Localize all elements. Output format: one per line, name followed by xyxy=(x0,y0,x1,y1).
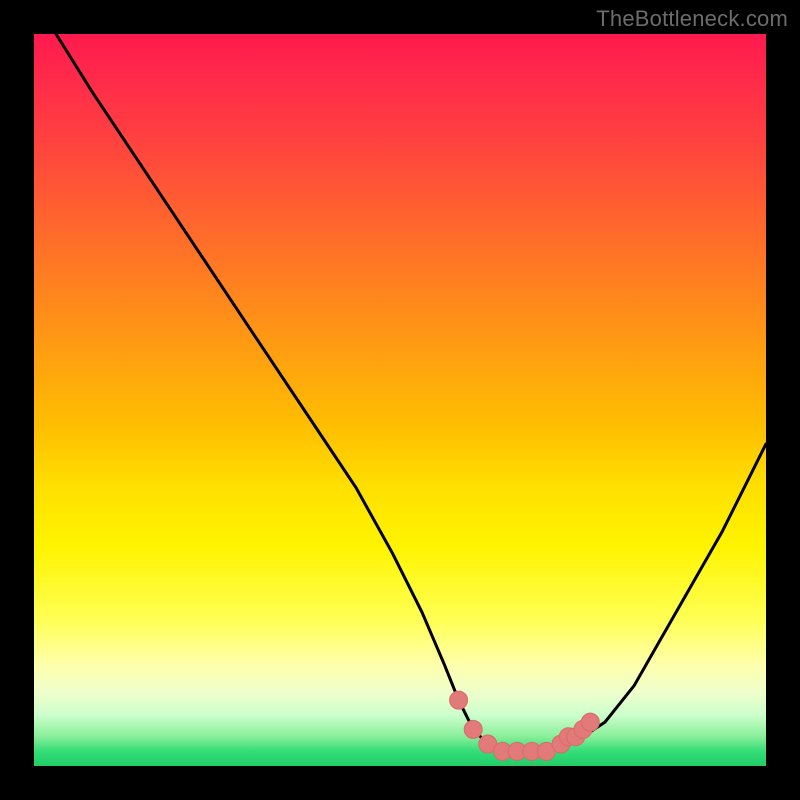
curve-marker xyxy=(464,720,482,738)
curve-markers-group xyxy=(450,691,600,760)
chart-frame: TheBottleneck.com xyxy=(0,0,800,800)
bottleneck-curve-line xyxy=(56,34,766,751)
bottleneck-curve-svg xyxy=(34,34,766,766)
watermark-text: TheBottleneck.com xyxy=(596,6,788,32)
curve-marker xyxy=(450,691,468,709)
curve-marker xyxy=(581,713,599,731)
plot-area xyxy=(34,34,766,766)
